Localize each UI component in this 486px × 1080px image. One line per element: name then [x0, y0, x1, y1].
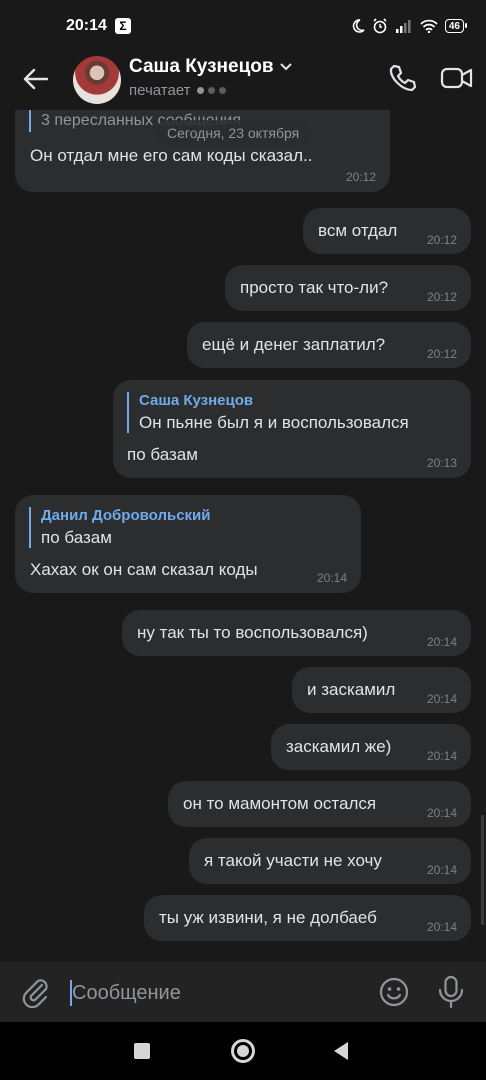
- message-time: 20:13: [426, 456, 457, 470]
- message-text: просто так что-ли?: [240, 278, 389, 297]
- microphone-icon: [438, 975, 464, 1009]
- reply-text: Он пьяне был я и воспользовался: [139, 413, 409, 432]
- message-text: и заскамил: [307, 680, 396, 699]
- chat-title: Саша Кузнецов: [129, 56, 292, 78]
- message-text: ну так ты то воспользовался): [137, 623, 368, 642]
- message-time: 20:12: [426, 347, 457, 361]
- scrollbar[interactable]: [481, 815, 484, 925]
- message-time: 20:14: [426, 692, 457, 706]
- message-outgoing[interactable]: ты уж извини, я не долбаеб 20:14: [144, 895, 471, 941]
- message-text: ты уж извини, я не долбаеб: [159, 908, 377, 927]
- chevron-down-icon: [279, 63, 292, 71]
- wifi-icon: [420, 19, 438, 33]
- message-text: он то мамонтом остался: [183, 794, 377, 813]
- message-time: 20:14: [426, 920, 457, 934]
- call-button[interactable]: [386, 62, 418, 94]
- arrow-left-icon: [23, 68, 48, 90]
- message-time: 20:14: [426, 635, 457, 649]
- reply-text: по базам: [41, 528, 112, 547]
- message-outgoing[interactable]: всм отдал 20:12: [303, 208, 471, 254]
- paperclip-icon: [22, 979, 48, 1009]
- back-triangle-icon[interactable]: [334, 1042, 348, 1060]
- message-time: 20:12: [345, 170, 376, 184]
- reply-author: Саша Кузнецов: [139, 392, 254, 409]
- message-outgoing[interactable]: и заскамил 20:14: [292, 667, 471, 713]
- smile-icon: [379, 977, 409, 1007]
- video-camera-icon: [440, 67, 473, 89]
- message-time: 20:12: [426, 233, 457, 247]
- message-list[interactable]: 3 пересланных сообщения Он отдал мне его…: [0, 110, 486, 962]
- typing-dots-icon: [196, 87, 226, 94]
- message-outgoing[interactable]: он то мамонтом остался 20:14: [168, 781, 471, 827]
- signal-icon: [395, 20, 411, 33]
- video-call-button[interactable]: [440, 62, 474, 94]
- message-outgoing[interactable]: заскамил же) 20:14: [271, 724, 471, 770]
- avatar[interactable]: [73, 56, 121, 104]
- message-time: 20:14: [316, 571, 347, 585]
- phone-icon: [389, 64, 417, 92]
- message-text: ещё и денег заплатил?: [202, 335, 386, 354]
- contact-name: Саша Кузнецов: [129, 56, 274, 77]
- message-text: Он отдал мне его сам коды сказал..: [30, 146, 313, 165]
- home-icon[interactable]: [231, 1039, 255, 1063]
- message-time: 20:12: [426, 290, 457, 304]
- message-outgoing[interactable]: ещё и денег заплатил? 20:12: [187, 322, 471, 368]
- message-time: 20:14: [426, 749, 457, 763]
- attach-button[interactable]: [20, 976, 52, 1009]
- message-outgoing-reply[interactable]: Саша Кузнецов Он пьяне был я и воспользо…: [113, 380, 471, 478]
- message-outgoing[interactable]: я такой участи не хочу 20:14: [189, 838, 471, 884]
- message-outgoing[interactable]: ну так ты то воспользовался) 20:14: [122, 610, 471, 656]
- voice-message-button[interactable]: [436, 975, 466, 1009]
- message-text: Хахах ок он сам сказал коды: [30, 560, 258, 579]
- status-icons: 46: [351, 18, 468, 34]
- message-time: 20:14: [426, 806, 457, 820]
- recent-apps-icon[interactable]: [134, 1043, 150, 1059]
- message-time: 20:14: [426, 863, 457, 877]
- message-incoming-reply[interactable]: Данил Добровольский по базам Хахах ок он…: [15, 495, 361, 593]
- status-bar: 20:14 Σ 46: [0, 0, 486, 52]
- notification-icon: Σ: [114, 18, 131, 34]
- message-input[interactable]: [72, 976, 362, 1010]
- message-text: заскамил же): [286, 737, 392, 756]
- back-button[interactable]: [18, 62, 52, 96]
- message-text: всм отдал: [318, 221, 398, 240]
- battery-icon: 46: [444, 19, 468, 33]
- typing-status: печатает: [129, 82, 292, 99]
- date-separator: Сегодня, 23 октября: [155, 120, 312, 146]
- reply-quote[interactable]: Саша Кузнецов Он пьяне был я и воспользо…: [127, 392, 409, 433]
- status-time: 20:14: [66, 17, 107, 34]
- system-navigation-bar: [0, 1022, 486, 1080]
- reply-author: Данил Добровольский: [41, 507, 211, 524]
- reply-quote[interactable]: Данил Добровольский по базам: [29, 507, 210, 548]
- chat-title-block[interactable]: Саша Кузнецов печатает: [129, 56, 292, 99]
- message-outgoing[interactable]: просто так что-ли? 20:12: [225, 265, 471, 311]
- message-text: по базам: [127, 445, 198, 464]
- emoji-button[interactable]: [378, 976, 410, 1008]
- moon-icon: [352, 19, 365, 33]
- message-text: я такой участи не хочу: [204, 851, 382, 870]
- chat-header: Саша Кузнецов печатает: [0, 52, 486, 110]
- typing-text: печатает: [129, 82, 191, 99]
- alarm-icon: [373, 18, 387, 34]
- message-composer: [0, 962, 486, 1022]
